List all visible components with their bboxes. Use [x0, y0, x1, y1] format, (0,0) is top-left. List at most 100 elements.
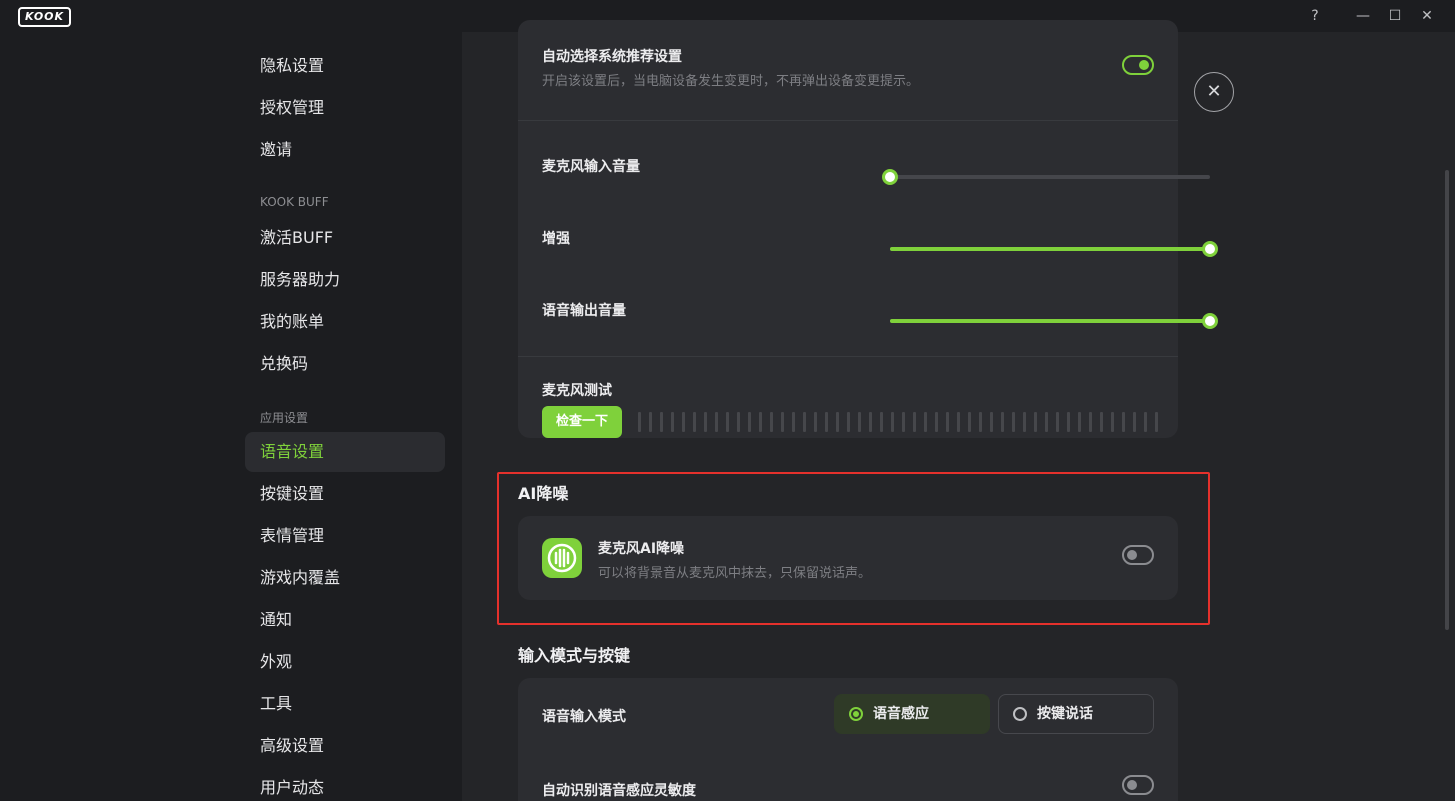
device-card: 自动选择系统推荐设置 开启该设置后，当电脑设备发生变更时，不再弹出设备变更提示。…: [518, 20, 1218, 438]
help-icon[interactable]: ?: [1305, 6, 1325, 26]
meter-tick: [803, 412, 806, 432]
sidebar-item-invite[interactable]: 邀请: [245, 130, 445, 170]
highlight-box: [497, 472, 1210, 625]
meter-tick: [726, 412, 729, 432]
output-volume-label: 语音输出音量: [542, 303, 626, 319]
mic-volume-slider[interactable]: [882, 169, 1210, 185]
meter-tick: [638, 412, 641, 432]
sidebar-item-tools[interactable]: 工具: [245, 684, 445, 724]
radio-dot: [1013, 707, 1027, 721]
meter-tick: [1078, 412, 1081, 432]
divider: [518, 356, 1178, 357]
meter-tick: [1100, 412, 1103, 432]
sidebar-item-overlay[interactable]: 游戏内覆盖: [245, 558, 445, 598]
minimize-button[interactable]: —: [1353, 6, 1373, 26]
meter-tick: [858, 412, 861, 432]
auto-sensitivity-label: 自动识别语音感应灵敏度: [542, 783, 696, 799]
meter-tick: [1012, 412, 1015, 432]
meter-tick: [671, 412, 674, 432]
meter-tick: [715, 412, 718, 432]
input-mode-label: 语音输入模式: [542, 709, 626, 725]
meter-tick: [1144, 412, 1147, 432]
radio-voice-activation-label: 语音感应: [873, 706, 929, 722]
sidebar-item-authorization[interactable]: 授权管理: [245, 88, 445, 128]
meter-tick: [649, 412, 652, 432]
sidebar-item-activity[interactable]: 用户动态: [245, 768, 445, 801]
meter-tick: [880, 412, 883, 432]
meter-tick: [1111, 412, 1114, 432]
auto-select-title: 自动选择系统推荐设置: [542, 49, 682, 65]
sidebar-item-activate-buff[interactable]: 激活BUFF: [245, 218, 445, 258]
output-volume-slider[interactable]: [890, 313, 1218, 329]
auto-sensitivity-toggle[interactable]: [1122, 775, 1154, 795]
meter-tick: [1056, 412, 1059, 432]
meter-tick: [1089, 412, 1092, 432]
meter-tick: [1045, 412, 1048, 432]
slider-knob[interactable]: [882, 169, 898, 185]
radio-voice-activation[interactable]: 语音感应: [834, 694, 990, 734]
meter-tick: [891, 412, 894, 432]
meter-tick: [935, 412, 938, 432]
meter-tick: [946, 412, 949, 432]
radio-push-to-talk[interactable]: 按键说话: [998, 694, 1154, 734]
window-close-button[interactable]: ✕: [1417, 6, 1437, 26]
slider-fill: [890, 247, 1210, 251]
meter-tick: [1122, 412, 1125, 432]
meter-tick: [836, 412, 839, 432]
meter-tick: [781, 412, 784, 432]
mic-volume-label: 麦克风输入音量: [542, 159, 640, 175]
meter-tick: [792, 412, 795, 432]
slider-knob[interactable]: [1202, 313, 1218, 329]
maximize-button[interactable]: ☐: [1385, 6, 1405, 26]
sidebar-item-server-boost[interactable]: 服务器助力: [245, 260, 445, 300]
radio-push-to-talk-label: 按键说话: [1037, 706, 1093, 722]
slider-knob[interactable]: [1202, 241, 1218, 257]
meter-tick: [924, 412, 927, 432]
meter-tick: [682, 412, 685, 432]
meter-tick: [759, 412, 762, 432]
meter-tick: [693, 412, 696, 432]
kook-logo: KOOK: [18, 7, 72, 27]
sidebar-item-keybinds[interactable]: 按键设置: [245, 474, 445, 514]
sidebar-item-redeem-code[interactable]: 兑换码: [245, 344, 445, 384]
sidebar-item-advanced[interactable]: 高级设置: [245, 726, 445, 766]
meter-tick: [1133, 412, 1136, 432]
sidebar-item-notifications[interactable]: 通知: [245, 600, 445, 640]
meter-tick: [913, 412, 916, 432]
meter-tick: [990, 412, 993, 432]
meter-tick: [1001, 412, 1004, 432]
meter-tick: [770, 412, 773, 432]
sidebar-item-emoji[interactable]: 表情管理: [245, 516, 445, 556]
meter-tick: [869, 412, 872, 432]
sidebar-item-bills[interactable]: 我的账单: [245, 302, 445, 342]
meter-tick: [902, 412, 905, 432]
sidebar-group-buff: KOOK BUFF: [260, 195, 329, 209]
sidebar-item-appearance[interactable]: 外观: [245, 642, 445, 682]
meter-tick: [957, 412, 960, 432]
meter-tick: [748, 412, 751, 432]
settings-content: 自动选择系统推荐设置 开启该设置后，当电脑设备发生变更时，不再弹出设备变更提示。…: [462, 20, 1455, 801]
input-mode-card: 语音输入模式 语音感应 按键说话 自动识别语音感应灵敏度: [518, 678, 1178, 801]
meter-tick: [704, 412, 707, 432]
meter-tick: [1155, 412, 1158, 432]
meter-tick: [737, 412, 740, 432]
slider-fill: [890, 319, 1210, 323]
radio-dot: [849, 707, 863, 721]
sidebar-item-privacy[interactable]: 隐私设置: [245, 46, 445, 86]
content-scrollbar[interactable]: [1445, 170, 1449, 630]
meter-tick: [814, 412, 817, 432]
sidebar-item-voice[interactable]: 语音设置: [245, 432, 445, 472]
meter-tick: [825, 412, 828, 432]
mic-test-button[interactable]: 检查一下: [542, 406, 622, 438]
meter-tick: [968, 412, 971, 432]
close-settings-button[interactable]: ✕: [1194, 72, 1234, 112]
meter-tick: [660, 412, 663, 432]
meter-tick: [1023, 412, 1026, 432]
input-mode-section-title: 输入模式与按键: [518, 646, 631, 665]
meter-tick: [979, 412, 982, 432]
sidebar-group-app: 应用设置: [260, 411, 309, 425]
meter-tick: [1034, 412, 1037, 432]
divider: [518, 120, 1178, 121]
boost-slider[interactable]: [890, 241, 1218, 257]
auto-select-toggle[interactable]: [1122, 55, 1154, 75]
